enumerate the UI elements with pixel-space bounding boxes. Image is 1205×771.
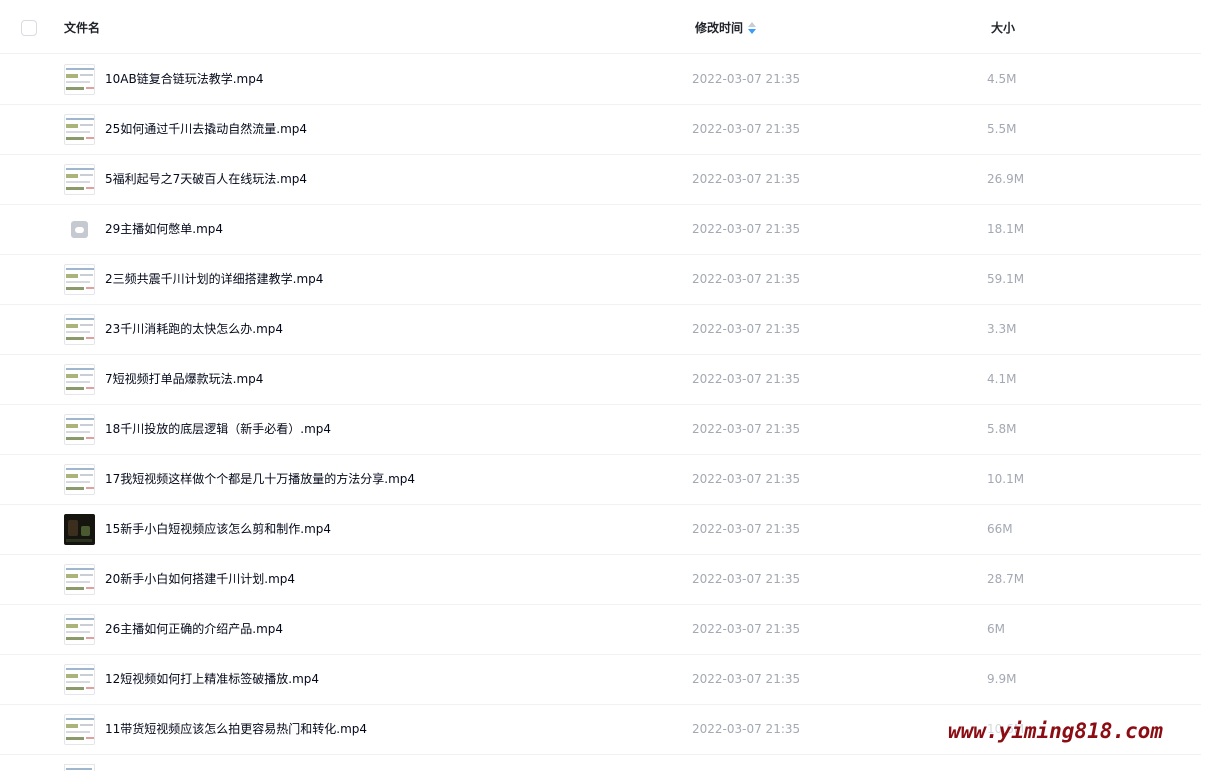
file-size: 5.8M — [987, 422, 1017, 436]
file-list: 10AB链复合链玩法教学.mp4 2022-03-07 21:35 4.5M 25如何… — [0, 55, 1201, 755]
file-row[interactable]: 25如何通过千川去撬动自然流量.mp4 2022-03-07 21:35 5.5M — [0, 105, 1201, 155]
file-size: 28.7M — [987, 572, 1025, 586]
file-name[interactable]: 12短视频如何打上精准标签破播放.mp4 — [105, 655, 319, 704]
file-name[interactable]: 29主播如何憋单.mp4 — [105, 205, 223, 254]
video-file-icon[interactable] — [64, 214, 95, 245]
watermark-text: www.yiming818.com — [948, 719, 1163, 743]
file-modified-time: 2022-03-07 21:35 — [692, 322, 801, 336]
file-name[interactable]: 26主播如何正确的介绍产品.mp4 — [105, 605, 283, 654]
video-thumbnail[interactable] — [64, 714, 95, 745]
file-size: 10.1M — [987, 472, 1025, 486]
video-thumbnail[interactable] — [64, 264, 95, 295]
video-thumbnail[interactable] — [64, 164, 95, 195]
file-modified-time: 2022-03-07 21:35 — [692, 72, 801, 86]
next-row-thumbnail — [64, 764, 95, 771]
file-name[interactable]: 7短视频打单品爆款玩法.mp4 — [105, 355, 263, 404]
file-modified-time: 2022-03-07 21:35 — [692, 522, 801, 536]
file-size: 6M — [987, 622, 1005, 636]
file-row[interactable]: 2三频共震千川计划的详细搭建教学.mp4 2022-03-07 21:35 59.1… — [0, 255, 1201, 305]
file-size: 3.3M — [987, 322, 1017, 336]
file-modified-time: 2022-03-07 21:35 — [692, 172, 801, 186]
file-modified-time: 2022-03-07 21:35 — [692, 122, 801, 136]
file-row[interactable]: 12短视频如何打上精准标签破播放.mp4 2022-03-07 21:35 9.9M — [0, 655, 1201, 705]
file-name[interactable]: 23千川消耗跑的太快怎么办.mp4 — [105, 305, 283, 354]
video-thumbnail[interactable] — [64, 564, 95, 595]
file-row[interactable]: 23千川消耗跑的太快怎么办.mp4 2022-03-07 21:35 3.3M — [0, 305, 1201, 355]
sort-descending-icon[interactable] — [748, 21, 757, 34]
file-modified-time: 2022-03-07 21:35 — [692, 672, 801, 686]
video-thumbnail[interactable] — [64, 614, 95, 645]
file-name[interactable]: 2三频共震千川计划的详细搭建教学.mp4 — [105, 255, 323, 304]
file-size: 5.5M — [987, 122, 1017, 136]
file-name[interactable]: 17我短视频这样做个个都是几十万播放量的方法分享.mp4 — [105, 455, 415, 504]
file-name[interactable]: 5福利起号之7天破百人在线玩法.mp4 — [105, 155, 307, 204]
file-size: 26.9M — [987, 172, 1025, 186]
video-thumbnail[interactable] — [64, 64, 95, 95]
video-thumbnail[interactable] — [64, 664, 95, 695]
file-size: 9.9M — [987, 672, 1017, 686]
file-name[interactable]: 10AB链复合链玩法教学.mp4 — [105, 55, 263, 104]
select-all-checkbox[interactable] — [21, 20, 37, 36]
column-header-modified-time-label: 修改时间 — [695, 21, 744, 35]
file-modified-time: 2022-03-07 21:35 — [692, 372, 801, 386]
file-row[interactable]: 10AB链复合链玩法教学.mp4 2022-03-07 21:35 4.5M — [0, 55, 1201, 105]
file-row[interactable]: 18千川投放的底层逻辑（新手必看）.mp4 2022-03-07 21:35 5.8… — [0, 405, 1201, 455]
file-modified-time: 2022-03-07 21:35 — [692, 472, 801, 486]
file-modified-time: 2022-03-07 21:35 — [692, 622, 801, 636]
file-row[interactable]: 17我短视频这样做个个都是几十万播放量的方法分享.mp4 2022-03-07 2… — [0, 455, 1201, 505]
file-row[interactable]: 15新手小白短视频应该怎么剪和制作.mp4 2022-03-07 21:35 66M — [0, 505, 1201, 555]
file-size: 66M — [987, 522, 1013, 536]
file-row[interactable]: 20新手小白如何搭建千川计划.mp4 2022-03-07 21:35 28.7M — [0, 555, 1201, 605]
video-thumbnail[interactable] — [64, 114, 95, 145]
file-name[interactable]: 18千川投放的底层逻辑（新手必看）.mp4 — [105, 405, 331, 454]
video-thumbnail[interactable] — [64, 314, 95, 345]
file-name[interactable]: 11带货短视频应该怎么拍更容易热门和转化.mp4 — [105, 705, 367, 754]
file-row[interactable]: 26主播如何正确的介绍产品.mp4 2022-03-07 21:35 6M — [0, 605, 1201, 655]
file-row[interactable]: 7短视频打单品爆款玩法.mp4 2022-03-07 21:35 4.1M — [0, 355, 1201, 405]
video-thumbnail[interactable] — [64, 464, 95, 495]
file-size: 4.1M — [987, 372, 1017, 386]
file-row[interactable]: 5福利起号之7天破百人在线玩法.mp4 2022-03-07 21:35 26.9M — [0, 155, 1201, 205]
file-modified-time: 2022-03-07 21:35 — [692, 222, 801, 236]
video-thumbnail[interactable] — [64, 364, 95, 395]
file-size: 18.1M — [987, 222, 1025, 236]
file-name[interactable]: 25如何通过千川去撬动自然流量.mp4 — [105, 105, 307, 154]
column-header-name[interactable]: 文件名 — [64, 0, 100, 54]
file-modified-time: 2022-03-07 21:35 — [692, 572, 801, 586]
file-size: 4.5M — [987, 72, 1017, 86]
file-modified-time: 2022-03-07 21:35 — [692, 422, 801, 436]
file-list-header: 文件名 修改时间 大小 — [0, 0, 1201, 54]
column-header-size[interactable]: 大小 — [991, 0, 1015, 54]
file-name[interactable]: 20新手小白如何搭建千川计划.mp4 — [105, 555, 295, 604]
file-modified-time: 2022-03-07 21:35 — [692, 272, 801, 286]
file-name[interactable]: 15新手小白短视频应该怎么剪和制作.mp4 — [105, 505, 331, 554]
video-thumbnail[interactable] — [64, 414, 95, 445]
file-modified-time: 2022-03-07 21:35 — [692, 722, 801, 736]
file-row[interactable]: 29主播如何憋单.mp4 2022-03-07 21:35 18.1M — [0, 205, 1201, 255]
column-header-modified-time[interactable]: 修改时间 — [695, 0, 757, 54]
file-size: 59.1M — [987, 272, 1025, 286]
video-thumbnail[interactable] — [64, 514, 95, 545]
